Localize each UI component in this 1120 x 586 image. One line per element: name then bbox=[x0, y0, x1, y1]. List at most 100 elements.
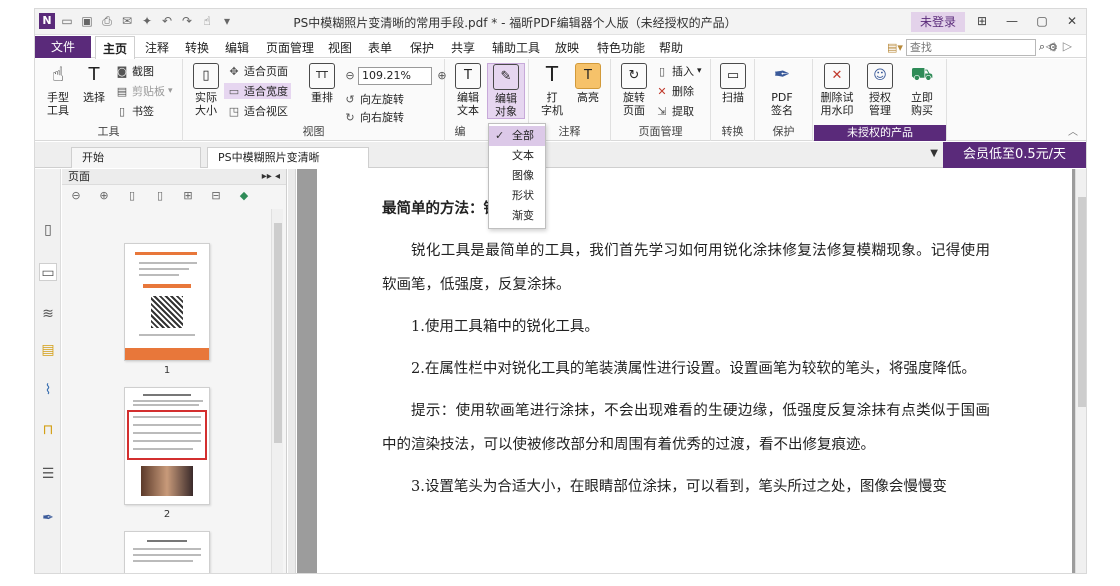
dropdown-item-all[interactable]: ✓ 全部 bbox=[489, 126, 545, 146]
login-button[interactable]: 未登录 bbox=[911, 12, 965, 32]
maximize-icon[interactable]: ▢ bbox=[1034, 13, 1050, 29]
dropdown-item-text[interactable]: 文本 bbox=[489, 146, 545, 166]
dropdown-item-shape[interactable]: 形状 bbox=[489, 186, 545, 206]
email-icon[interactable]: ✉ bbox=[119, 13, 135, 29]
tab-list-dropdown-icon[interactable]: ▼ bbox=[930, 148, 938, 159]
tab-convert[interactable]: 转换 bbox=[185, 39, 209, 56]
search-icon[interactable]: ⌕ bbox=[1039, 40, 1045, 54]
signature-panel-icon[interactable]: ✒ bbox=[39, 509, 57, 527]
new-icon[interactable]: ✦ bbox=[139, 13, 155, 29]
thumbnail-scrollbar[interactable] bbox=[271, 209, 283, 573]
open-folder-icon[interactable]: ▭ bbox=[59, 13, 75, 29]
delete-page-button[interactable]: ✕ 删除 bbox=[655, 83, 694, 99]
tab-comment[interactable]: 注释 bbox=[145, 39, 169, 56]
tab-form[interactable]: 表单 bbox=[368, 39, 392, 56]
zoom-level-select[interactable]: 109.21% bbox=[358, 67, 432, 85]
tab-slideshow[interactable]: 放映 bbox=[555, 39, 579, 56]
print-icon[interactable]: ⎙ bbox=[99, 13, 115, 29]
replace-page-icon[interactable]: ▯ bbox=[152, 188, 168, 204]
redo-icon[interactable]: ↷ bbox=[179, 13, 195, 29]
zoom-out-thumbnail-icon[interactable]: ⊖ bbox=[68, 188, 84, 204]
select-tool-button[interactable]: T 选择 bbox=[75, 63, 113, 104]
dropdown-item-image[interactable]: 图像 bbox=[489, 166, 545, 186]
attachment-icon[interactable]: ⌇ bbox=[39, 381, 57, 399]
remove-watermark-button[interactable]: ✕ 删除试 用水印 bbox=[817, 63, 857, 117]
reflow-button[interactable]: TT 重排 bbox=[303, 63, 341, 104]
document-scrollbar[interactable] bbox=[1075, 169, 1086, 573]
paragraph-3: 2.在属性栏中对锐化工具的笔装潢属性进行设置。设置画笔为较软的笔头，将强度降低。 bbox=[411, 361, 976, 377]
thumbnail-scrollbar-thumb[interactable] bbox=[274, 223, 282, 443]
minimize-icon[interactable]: — bbox=[1004, 13, 1020, 29]
page-properties-icon[interactable]: ◆ bbox=[236, 188, 252, 204]
tab-page-management[interactable]: 页面管理 bbox=[266, 39, 314, 56]
tab-accessibility[interactable]: 辅助工具 bbox=[492, 39, 540, 56]
customize-dropdown-icon[interactable]: ▾ bbox=[219, 13, 235, 29]
menu-file[interactable]: 文件 bbox=[35, 36, 91, 58]
next-icon[interactable]: ▷ bbox=[1063, 39, 1080, 53]
undo-icon[interactable]: ↶ bbox=[159, 13, 175, 29]
close-icon[interactable]: ✕ bbox=[1064, 13, 1080, 29]
delete-page-thumb-icon[interactable]: ⊟ bbox=[208, 188, 224, 204]
insert-page-thumb-icon[interactable]: ▯ bbox=[124, 188, 140, 204]
prev-icon[interactable]: ◁ bbox=[1046, 39, 1063, 53]
extract-page-button[interactable]: ⇲ 提取 bbox=[655, 103, 694, 119]
clipboard-icon: ▤ bbox=[116, 84, 128, 98]
scan-button[interactable]: ▭ 扫描 bbox=[714, 63, 752, 104]
zoom-out-icon[interactable]: ⊖ bbox=[343, 69, 357, 82]
edit-text-button[interactable]: T 编辑 文本 bbox=[449, 63, 487, 117]
quick-access-toolbar: N ▭ ▣ ⎙ ✉ ✦ ↶ ↷ ☝ ▾ bbox=[39, 13, 235, 29]
zoom-in-thumbnail-icon[interactable]: ⊕ bbox=[96, 188, 112, 204]
collapse-ribbon-icon[interactable]: ︿ bbox=[1068, 123, 1078, 138]
page-thumbnail-2[interactable] bbox=[124, 387, 210, 505]
tab-view[interactable]: 视图 bbox=[328, 39, 352, 56]
page-thumbnail-icon[interactable]: ▯ bbox=[39, 221, 57, 239]
dropdown-item-gradient[interactable]: 渐变 bbox=[489, 206, 545, 226]
buy-now-button[interactable]: ⛟ 立即 购买 bbox=[903, 63, 941, 117]
fit-width-button[interactable]: ▭ 适合宽度 bbox=[224, 83, 291, 99]
layers-icon[interactable]: ≋ bbox=[39, 305, 57, 323]
clipboard-button[interactable]: ▤ 剪贴板 ▾ bbox=[115, 83, 173, 99]
pages-panel-icon[interactable]: ▭ bbox=[39, 263, 57, 281]
fit-visible-button[interactable]: ◳ 适合视区 bbox=[227, 103, 288, 119]
tab-share[interactable]: 共享 bbox=[451, 39, 475, 56]
screenshot-button[interactable]: ◙ 截图 bbox=[115, 63, 154, 79]
tab-start[interactable]: 开始 bbox=[71, 147, 201, 168]
edit-object-button[interactable]: ✎ 编辑 对象 bbox=[487, 63, 525, 119]
tab-features[interactable]: 特色功能 bbox=[597, 39, 645, 56]
fit-page-button[interactable]: ✥ 适合页面 bbox=[227, 63, 288, 79]
rotate-left-button[interactable]: ↺ 向左旋转 bbox=[343, 91, 404, 107]
tab-edit[interactable]: 编辑 bbox=[225, 39, 249, 56]
bookmark-button[interactable]: ▯ 书签 bbox=[115, 103, 154, 119]
fields-icon[interactable]: ☰ bbox=[39, 465, 57, 483]
hand-tool-icon[interactable]: ☝ bbox=[199, 13, 215, 29]
vip-promo-banner[interactable]: 会员低至0.5元/天 bbox=[943, 142, 1086, 168]
cursor-icon: T bbox=[88, 64, 100, 85]
search-input[interactable] bbox=[905, 38, 1036, 56]
actual-size-button[interactable]: ▯ 实际 大小 bbox=[187, 63, 225, 117]
comments-icon[interactable]: ▤ bbox=[39, 341, 57, 359]
tab-document[interactable]: PS中模糊照片变清晰的...✕ bbox=[207, 147, 369, 183]
panel-splitter[interactable] bbox=[288, 169, 296, 573]
save-icon[interactable]: ▣ bbox=[79, 13, 95, 29]
page-thumbnail-1[interactable] bbox=[124, 243, 210, 361]
pdf-sign-button[interactable]: ✒ PDF 签名 bbox=[763, 63, 801, 118]
group-label-tools: 工具 bbox=[97, 125, 120, 138]
edit-object-icon: ✎ bbox=[493, 64, 519, 90]
highlight-button[interactable]: T 高亮 bbox=[569, 63, 607, 104]
security-lock-icon[interactable]: ⊓ bbox=[39, 421, 57, 439]
typewriter-button[interactable]: T 打 字机 bbox=[533, 63, 571, 118]
add-page-icon[interactable]: ⊞ bbox=[180, 188, 196, 204]
page-thumbnail-3[interactable] bbox=[124, 531, 210, 573]
tab-home[interactable]: 主页 bbox=[95, 36, 136, 59]
license-management-button[interactable]: ☺ 授权 管理 bbox=[861, 63, 899, 117]
ribbon-options-icon[interactable]: ⊞ bbox=[974, 13, 990, 29]
panel-collapse-icon[interactable]: ▸▸ ◂ bbox=[262, 169, 280, 185]
insert-page-button[interactable]: ▯ 插入 ▾ bbox=[655, 63, 702, 79]
document-scrollbar-thumb[interactable] bbox=[1078, 197, 1086, 407]
hand-tool-button[interactable]: ☝ 手型 工具 bbox=[39, 63, 77, 118]
rotate-page-button[interactable]: ↻ 旋转 页面 bbox=[615, 63, 653, 117]
tab-help[interactable]: 帮助 bbox=[659, 39, 683, 56]
rotate-left-icon: ↺ bbox=[345, 92, 355, 106]
tab-protect[interactable]: 保护 bbox=[410, 39, 434, 56]
search-options-icon[interactable]: ▤▾ bbox=[887, 41, 903, 54]
